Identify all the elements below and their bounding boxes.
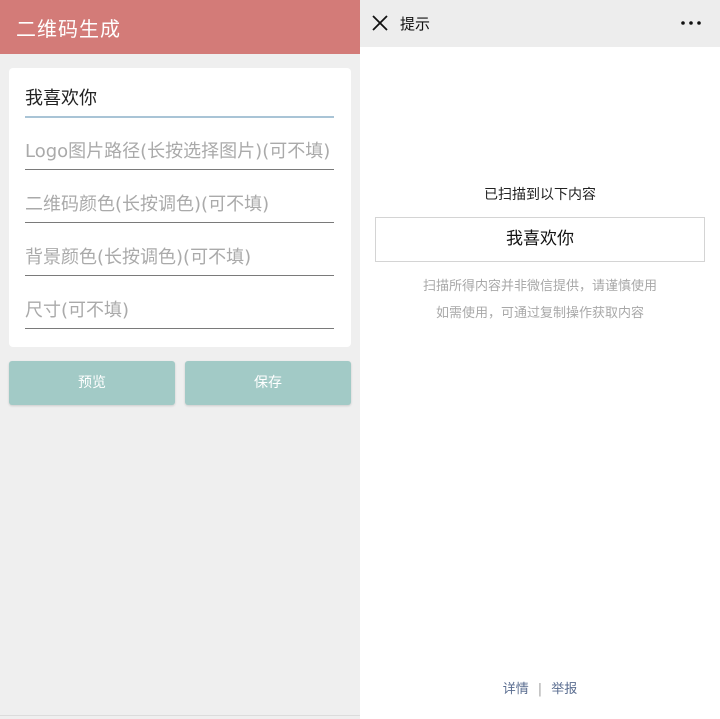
divider bbox=[0, 715, 360, 716]
content-input[interactable]: 我喜欢你 bbox=[25, 84, 334, 118]
disclaimer-line-1: 扫描所得内容并非微信提供，请谨慎使用 bbox=[422, 279, 657, 294]
save-button[interactable]: 保存 bbox=[185, 361, 351, 405]
background-color-input[interactable]: 背景颜色(长按调色)(可不填) bbox=[25, 243, 334, 276]
footer-separator: | bbox=[537, 682, 543, 697]
footer-links: 详情 | 举报 bbox=[360, 678, 720, 697]
qr-color-input[interactable]: 二维码颜色(长按调色)(可不填) bbox=[25, 190, 334, 223]
scan-label: 已扫描到以下内容 bbox=[484, 187, 596, 203]
app-header: 二维码生成 bbox=[0, 0, 360, 54]
dialog-header: 提示 bbox=[360, 0, 720, 47]
disclaimer-line-2: 如需使用，可通过复制操作获取内容 bbox=[435, 306, 644, 321]
dialog-title: 提示 bbox=[400, 15, 431, 33]
report-link[interactable]: 举报 bbox=[551, 682, 577, 697]
page-title: 二维码生成 bbox=[16, 17, 121, 41]
more-icon[interactable] bbox=[680, 19, 702, 27]
qr-form: 我喜欢你 Logo图片路径(长按选择图片)(可不填) 二维码颜色(长按调色)(可… bbox=[9, 68, 351, 347]
qr-generator-panel: 二维码生成 我喜欢你 Logo图片路径(长按选择图片)(可不填) 二维码颜色(长… bbox=[0, 0, 360, 719]
preview-button[interactable]: 预览 bbox=[9, 361, 175, 405]
close-icon[interactable] bbox=[372, 15, 388, 31]
scan-result-panel: 提示 已扫描到以下内容 我喜欢你 扫描所得内容并非微信提供，请谨慎使用 如需使用… bbox=[360, 0, 720, 719]
details-link[interactable]: 详情 bbox=[503, 682, 529, 697]
logo-path-input[interactable]: Logo图片路径(长按选择图片)(可不填) bbox=[25, 137, 334, 170]
scan-result-text[interactable]: 我喜欢你 bbox=[375, 217, 705, 262]
size-input[interactable]: 尺寸(可不填) bbox=[25, 296, 334, 329]
